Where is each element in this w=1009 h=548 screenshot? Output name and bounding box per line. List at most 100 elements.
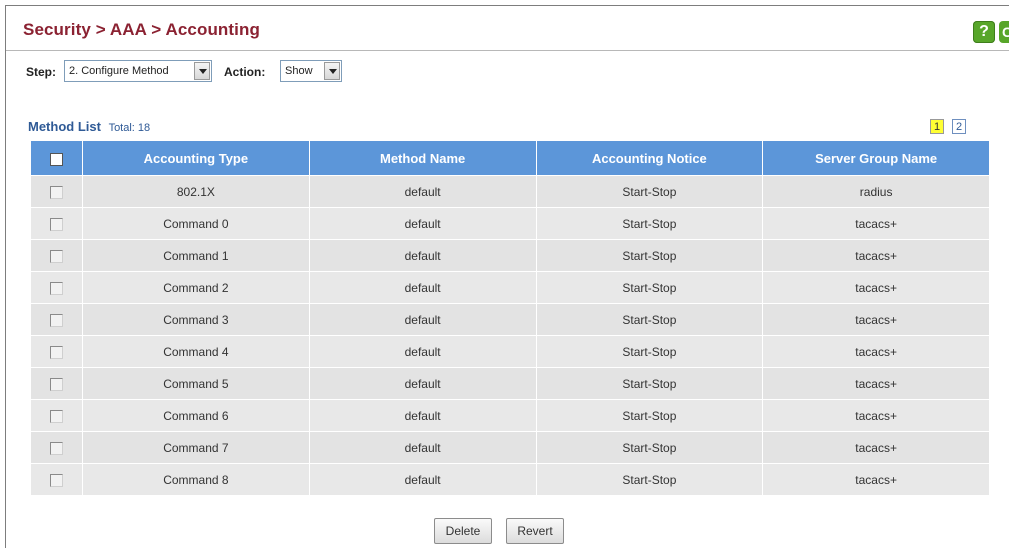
- revert-button[interactable]: Revert: [506, 518, 564, 544]
- table-row: Command 7 default Start-Stop tacacs+: [30, 431, 990, 464]
- cell-accounting-notice: Start-Stop: [535, 399, 764, 432]
- chevron-down-icon[interactable]: [324, 62, 340, 80]
- button-row: Delete Revert: [6, 518, 1009, 546]
- table-row: 802.1X default Start-Stop radius: [30, 175, 990, 208]
- table-row: Command 5 default Start-Stop tacacs+: [30, 367, 990, 400]
- cell-server-group-name: tacacs+: [762, 367, 990, 400]
- row-checkbox[interactable]: [50, 345, 63, 359]
- row-checkbox[interactable]: [50, 377, 63, 391]
- method-list-table: Accounting Type Method Name Accounting N…: [30, 140, 990, 496]
- row-checkbox[interactable]: [50, 217, 63, 231]
- cell-method-name: default: [308, 335, 537, 368]
- step-select[interactable]: 2. Configure Method: [64, 60, 212, 82]
- method-list-caption: Method List Total: 18: [28, 119, 150, 134]
- cell-accounting-type: Command 1: [82, 239, 310, 272]
- table-row: Command 4 default Start-Stop tacacs+: [30, 335, 990, 368]
- cell-method-name: default: [308, 399, 537, 432]
- col-server-group-name: Server Group Name: [762, 140, 990, 176]
- cell-accounting-notice: Start-Stop: [535, 175, 764, 208]
- table-row: Command 6 default Start-Stop tacacs+: [30, 399, 990, 432]
- row-checkbox[interactable]: [50, 441, 63, 455]
- row-select-cell: [30, 431, 83, 464]
- row-select-cell: [30, 271, 83, 304]
- cell-method-name: default: [308, 207, 537, 240]
- cell-accounting-notice: Start-Stop: [535, 303, 764, 336]
- cell-accounting-notice: Start-Stop: [535, 207, 764, 240]
- row-checkbox[interactable]: [50, 249, 63, 263]
- col-method-name: Method Name: [308, 140, 537, 176]
- cell-accounting-type: Command 2: [82, 271, 310, 304]
- row-select-cell: [30, 367, 83, 400]
- cell-accounting-notice: Start-Stop: [535, 271, 764, 304]
- table-header-row: Accounting Type Method Name Accounting N…: [30, 140, 990, 176]
- col-accounting-notice: Accounting Notice: [535, 140, 764, 176]
- table-body: 802.1X default Start-Stop radius Command 0 de…: [30, 175, 990, 496]
- row-checkbox[interactable]: [50, 313, 63, 327]
- cell-accounting-type: Command 3: [82, 303, 310, 336]
- row-select-cell: [30, 175, 83, 208]
- cell-server-group-name: tacacs+: [762, 303, 990, 336]
- title-bar: Security > AAA > Accounting ? C: [6, 6, 1009, 51]
- cell-server-group-name: tacacs+: [762, 463, 990, 496]
- cell-method-name: default: [308, 271, 537, 304]
- page-title: Security > AAA > Accounting: [23, 20, 260, 39]
- row-select-cell: [30, 463, 83, 496]
- cell-accounting-notice: Start-Stop: [535, 463, 764, 496]
- row-checkbox[interactable]: [50, 281, 63, 295]
- page-1-link[interactable]: 1: [930, 119, 944, 134]
- col-accounting-type: Accounting Type: [82, 140, 310, 176]
- cell-server-group-name: tacacs+: [762, 335, 990, 368]
- row-select-cell: [30, 239, 83, 272]
- list-total: Total: 18: [108, 122, 151, 134]
- cell-method-name: default: [308, 431, 537, 464]
- row-select-cell: [30, 303, 83, 336]
- cell-accounting-type: Command 8: [82, 463, 310, 496]
- cell-server-group-name: tacacs+: [762, 207, 990, 240]
- cell-accounting-type: 802.1X: [82, 175, 310, 208]
- step-label: Step:: [26, 65, 56, 79]
- table-row: Command 1 default Start-Stop tacacs+: [30, 239, 990, 272]
- page-2-link[interactable]: 2: [952, 119, 966, 134]
- delete-button[interactable]: Delete: [434, 518, 492, 544]
- cell-accounting-type: Command 4: [82, 335, 310, 368]
- cell-method-name: default: [308, 463, 537, 496]
- table-row: Command 3 default Start-Stop tacacs+: [30, 303, 990, 336]
- cell-accounting-type: Command 5: [82, 367, 310, 400]
- cell-server-group-name: tacacs+: [762, 431, 990, 464]
- action-select-value: Show: [285, 65, 313, 77]
- cell-method-name: default: [308, 367, 537, 400]
- cell-accounting-notice: Start-Stop: [535, 335, 764, 368]
- cell-accounting-notice: Start-Stop: [535, 239, 764, 272]
- action-label: Action:: [224, 65, 266, 79]
- cell-server-group-name: tacacs+: [762, 399, 990, 432]
- cell-method-name: default: [308, 175, 537, 208]
- cell-server-group-name: radius: [762, 175, 990, 208]
- cell-accounting-notice: Start-Stop: [535, 367, 764, 400]
- row-select-cell: [30, 335, 83, 368]
- cell-server-group-name: tacacs+: [762, 271, 990, 304]
- table-row: Command 2 default Start-Stop tacacs+: [30, 271, 990, 304]
- row-checkbox[interactable]: [50, 185, 63, 199]
- cell-accounting-type: Command 0: [82, 207, 310, 240]
- main-frame: Security > AAA > Accounting ? C Step: 2.…: [5, 5, 1009, 548]
- table-row: Command 0 default Start-Stop tacacs+: [30, 207, 990, 240]
- select-all-cell: [30, 140, 83, 176]
- cell-accounting-type: Command 6: [82, 399, 310, 432]
- table-row: Command 8 default Start-Stop tacacs+: [30, 463, 990, 496]
- action-select[interactable]: Show: [280, 60, 342, 82]
- secondary-help-icon[interactable]: C: [999, 21, 1009, 43]
- chevron-down-icon[interactable]: [194, 62, 210, 80]
- help-icon[interactable]: ?: [973, 21, 995, 43]
- row-select-cell: [30, 207, 83, 240]
- cell-server-group-name: tacacs+: [762, 239, 990, 272]
- cell-method-name: default: [308, 303, 537, 336]
- list-title: Method List: [28, 119, 101, 134]
- select-all-checkbox[interactable]: [50, 152, 63, 166]
- cell-accounting-type: Command 7: [82, 431, 310, 464]
- row-checkbox[interactable]: [50, 409, 63, 423]
- cell-method-name: default: [308, 239, 537, 272]
- row-checkbox[interactable]: [50, 473, 63, 487]
- cell-accounting-notice: Start-Stop: [535, 431, 764, 464]
- step-select-value: 2. Configure Method: [69, 65, 169, 77]
- row-select-cell: [30, 399, 83, 432]
